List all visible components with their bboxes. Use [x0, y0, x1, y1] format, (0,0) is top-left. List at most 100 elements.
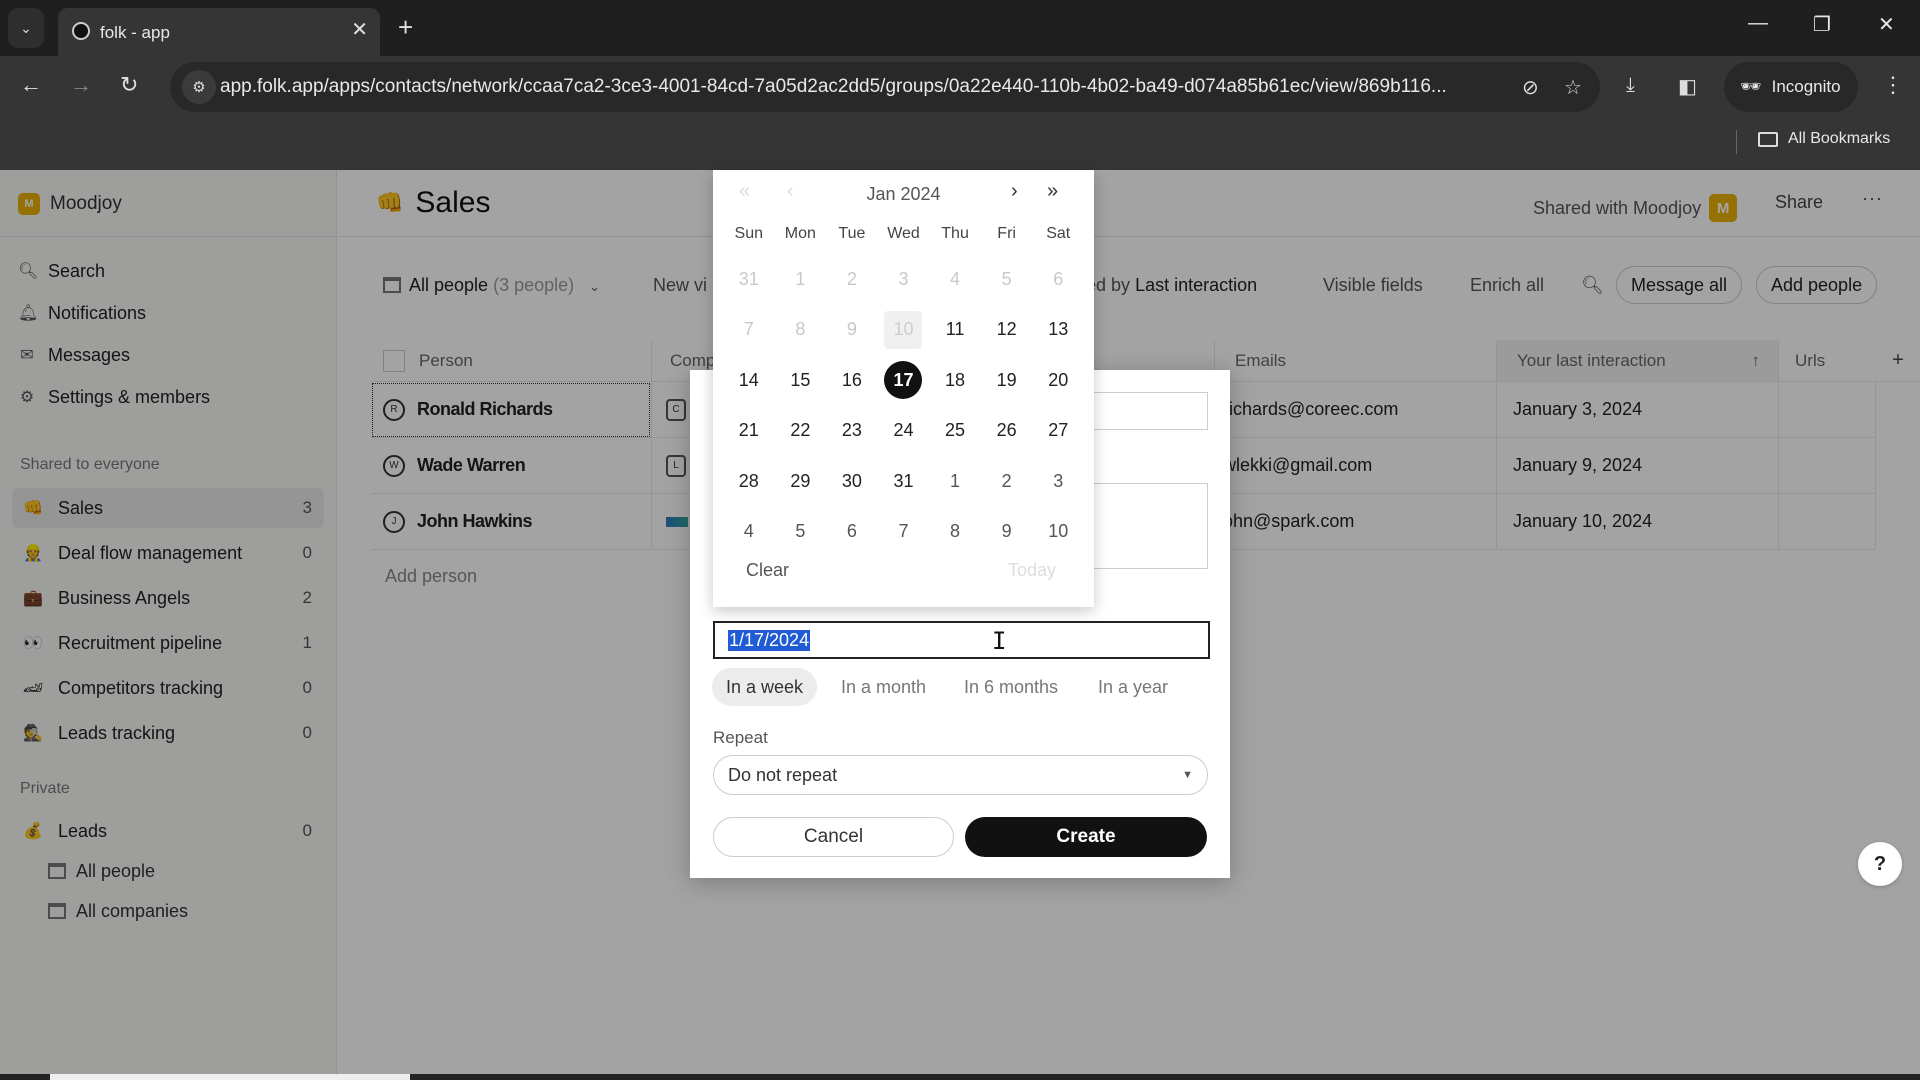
minimize-icon[interactable]: — — [1748, 12, 1768, 35]
date-input[interactable]: 1/17/2024 I — [713, 621, 1210, 659]
text-cursor-icon: I — [992, 627, 1007, 655]
new-tab-icon[interactable]: + — [398, 14, 413, 40]
calendar-day[interactable]: 28 — [723, 456, 775, 507]
calendar-day[interactable]: 21 — [723, 406, 775, 457]
day-number: 28 — [738, 470, 759, 491]
calendar-day[interactable]: 20 — [1032, 355, 1084, 406]
day-number: 6 — [1053, 268, 1064, 289]
day-number: 16 — [841, 369, 862, 390]
restore-icon[interactable]: ❐ — [1813, 12, 1831, 37]
day-number: 11 — [945, 319, 965, 340]
date-input-value: 1/17/2024 — [728, 629, 811, 651]
date-picker: « ‹ Jan 2024 › » Sun Mon Tue Wed Thu Fri Sat 31… — [713, 170, 1094, 607]
address-bar[interactable]: ⚙ app.folk.app/apps/contacts/network/cca… — [170, 62, 1600, 112]
calendar-day[interactable]: 29 — [775, 456, 827, 507]
forward-icon[interactable]: → — [70, 74, 92, 96]
calendar-day[interactable]: 27 — [1032, 406, 1084, 457]
day-number: 24 — [893, 420, 914, 441]
calendar-day: 9 — [826, 305, 878, 356]
today-button[interactable]: Today — [1008, 560, 1056, 581]
quick-date-week[interactable]: In a week — [712, 668, 818, 706]
close-tab-icon[interactable]: ✕ — [351, 20, 368, 40]
repeat-select[interactable]: Do not repeat ▼ — [713, 755, 1208, 795]
calendar-day[interactable]: 25 — [929, 406, 981, 457]
taskbar-segment — [50, 1074, 410, 1080]
all-bookmarks-button[interactable]: All Bookmarks — [1758, 130, 1890, 148]
day-number: 2 — [1001, 470, 1012, 491]
calendar-day: 10 — [878, 305, 930, 356]
calendar-day[interactable]: 16 — [826, 355, 878, 406]
calendar-day[interactable]: 1 — [929, 456, 981, 507]
weekday-label: Mon — [784, 225, 816, 242]
incognito-indicator[interactable]: 🕶 Incognito — [1724, 62, 1858, 112]
calendar-day-selected[interactable]: 17 — [878, 355, 930, 406]
clear-date-button[interactable]: Clear — [746, 560, 789, 581]
day-number: 21 — [738, 420, 759, 441]
weekday-label: Wed — [887, 225, 920, 242]
calendar-day[interactable]: 9 — [981, 507, 1033, 558]
quick-date-year[interactable]: In a year — [1084, 668, 1182, 706]
calendar-day[interactable]: 22 — [775, 406, 827, 457]
day-number: 12 — [996, 319, 1017, 340]
day-number: 29 — [790, 470, 811, 491]
weekday-label: Sat — [1046, 225, 1071, 242]
reminder-note-field[interactable] — [1093, 483, 1208, 569]
calendar-day[interactable]: 10 — [1032, 507, 1084, 558]
day-number: 17 — [884, 361, 923, 400]
calendar-day[interactable]: 12 — [981, 305, 1033, 356]
calendar-day[interactable]: 18 — [929, 355, 981, 406]
day-number: 13 — [1048, 319, 1069, 340]
next-month-icon[interactable]: › — [1011, 180, 1018, 203]
day-number: 7 — [743, 319, 754, 340]
site-settings-icon[interactable]: ⚙ — [182, 70, 216, 104]
day-number: 10 — [884, 310, 923, 349]
browser-tab[interactable]: folk - app ✕ — [58, 8, 380, 56]
calendar-day[interactable]: 8 — [929, 507, 981, 558]
calendar-day[interactable]: 3 — [1032, 456, 1084, 507]
side-panel-icon[interactable]: ◧ — [1678, 74, 1697, 99]
calendar-day[interactable]: 26 — [981, 406, 1033, 457]
reload-icon[interactable]: ↻ — [120, 74, 138, 96]
close-window-icon[interactable]: ✕ — [1878, 12, 1895, 37]
calendar-day[interactable]: 4 — [723, 507, 775, 558]
quick-date-6-months[interactable]: In 6 months — [950, 668, 1072, 706]
calendar-day[interactable]: 7 — [878, 507, 930, 558]
taskbar-strip — [0, 1074, 1920, 1080]
calendar-day[interactable]: 15 — [775, 355, 827, 406]
tab-search-button[interactable]: ⌄ — [8, 8, 44, 48]
calendar-day[interactable]: 24 — [878, 406, 930, 457]
bookmark-star-icon[interactable]: ☆ — [1564, 75, 1582, 100]
weekday-label: Sun — [734, 225, 764, 242]
reminder-title-field[interactable] — [1093, 392, 1208, 430]
day-number: 1 — [950, 470, 961, 491]
calendar-day: 2 — [826, 254, 878, 305]
back-icon[interactable]: ← — [20, 74, 42, 96]
day-number: 8 — [795, 319, 806, 340]
calendar-day[interactable]: 14 — [723, 355, 775, 406]
calendar-day[interactable]: 31 — [878, 456, 930, 507]
create-button[interactable]: Create — [965, 817, 1207, 857]
next-year-icon[interactable]: » — [1047, 180, 1058, 203]
calendar-day[interactable]: 6 — [826, 507, 878, 558]
calendar-day[interactable]: 2 — [981, 456, 1033, 507]
incognito-label: Incognito — [1771, 77, 1841, 96]
quick-date-month[interactable]: In a month — [827, 668, 940, 706]
cancel-button[interactable]: Cancel — [713, 817, 954, 857]
eye-off-icon[interactable]: ⊘ — [1522, 75, 1539, 100]
calendar-day[interactable]: 19 — [981, 355, 1033, 406]
browser-toolbar: ← → ↻ ⚙ app.folk.app/apps/contacts/netwo… — [0, 56, 1920, 120]
browser-menu-icon[interactable]: ⋮ — [1882, 72, 1904, 98]
calendar-day[interactable]: 30 — [826, 456, 878, 507]
calendar-day[interactable]: 5 — [775, 507, 827, 558]
calendar-day[interactable]: 23 — [826, 406, 878, 457]
calendar-day[interactable]: 13 — [1032, 305, 1084, 356]
calendar-day: 8 — [775, 305, 827, 356]
download-icon[interactable]: ⤓ — [1626, 74, 1635, 97]
month-label[interactable]: Jan 2024 — [713, 184, 1094, 205]
day-number: 31 — [893, 470, 914, 491]
help-button[interactable]: ? — [1858, 842, 1902, 886]
calendar-day[interactable]: 11 — [929, 305, 981, 356]
folder-icon — [1758, 131, 1778, 147]
calendar-day: 31 — [723, 254, 775, 305]
day-number: 5 — [1001, 268, 1012, 289]
